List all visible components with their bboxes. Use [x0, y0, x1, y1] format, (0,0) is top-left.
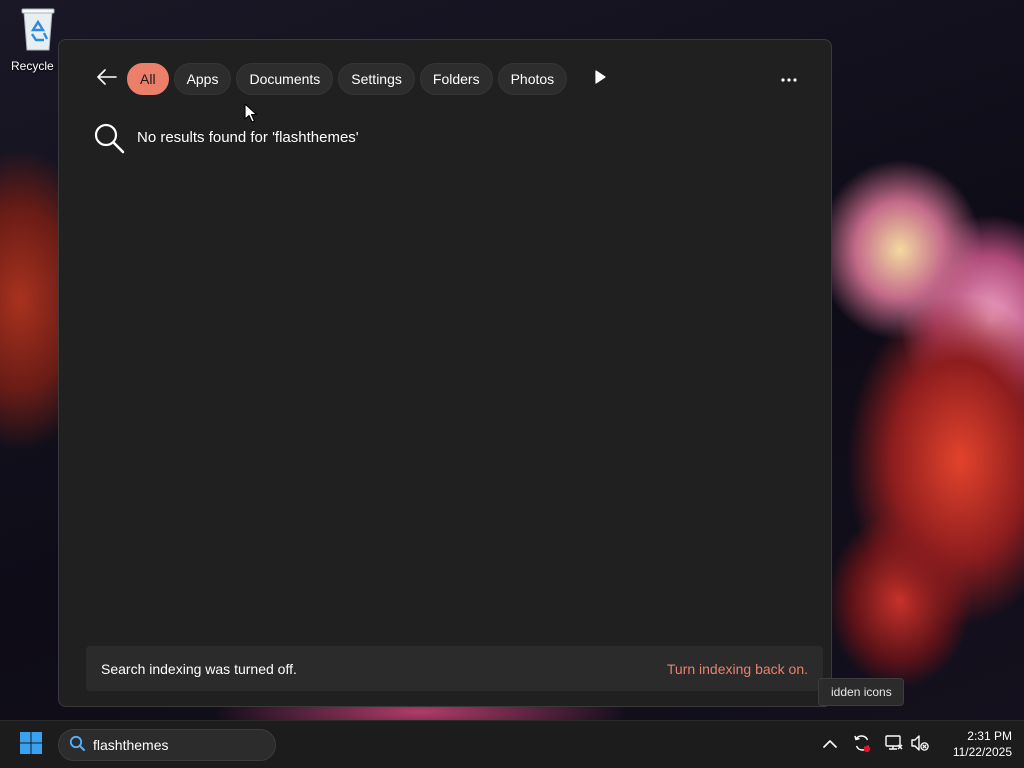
- filter-chip-photos[interactable]: Photos: [497, 63, 568, 95]
- network-tray-button[interactable]: [882, 733, 906, 757]
- search-icon: [69, 735, 85, 756]
- taskbar-clock[interactable]: 2:31 PM 11/22/2025: [936, 728, 1012, 760]
- taskbar-search-box[interactable]: flashthemes: [58, 729, 276, 761]
- filter-chip-apps[interactable]: Apps: [173, 63, 232, 95]
- sync-icon: [852, 733, 872, 758]
- taskbar-search-query: flashthemes: [93, 737, 169, 753]
- volume-tray-button[interactable]: [908, 733, 932, 757]
- more-filters-button[interactable]: [586, 65, 614, 93]
- network-icon: [884, 733, 904, 758]
- options-button[interactable]: [773, 64, 805, 92]
- volume-muted-icon: [910, 733, 930, 758]
- search-flyout: All Apps Documents Settings Folders Phot…: [58, 39, 832, 707]
- no-results-row: No results found for 'flashthemes': [93, 122, 359, 159]
- indexing-banner: Search indexing was turned off. Turn ind…: [86, 646, 823, 691]
- filter-chip-folders[interactable]: Folders: [419, 63, 493, 95]
- back-button[interactable]: [93, 65, 121, 93]
- filter-chip-all[interactable]: All: [127, 63, 169, 95]
- mouse-pointer-icon: [244, 103, 258, 128]
- tooltip-text: idden icons: [831, 685, 892, 699]
- indexing-notice: Search indexing was turned off.: [101, 660, 297, 677]
- hidden-icons-tooltip: idden icons: [818, 678, 904, 706]
- filter-bar: All Apps Documents Settings Folders Phot…: [93, 62, 614, 96]
- clock-date: 11/22/2025: [952, 745, 1012, 759]
- start-button[interactable]: [14, 729, 48, 761]
- ellipsis-icon: [781, 69, 797, 87]
- sync-tray-button[interactable]: [850, 733, 874, 757]
- arrow-left-icon: [97, 68, 117, 90]
- clock-time: 2:31 PM: [967, 729, 1012, 743]
- search-icon: [93, 122, 125, 159]
- taskbar: flashthemes 2:31 PM 11/22/2025: [0, 720, 1024, 768]
- filter-chip-documents[interactable]: Documents: [236, 63, 334, 95]
- windows-logo-icon: [19, 731, 43, 760]
- no-results-message: No results found for 'flashthemes': [137, 129, 359, 146]
- show-hidden-icons-button[interactable]: [818, 733, 842, 757]
- chevron-up-icon: [823, 736, 837, 754]
- play-icon: [594, 69, 606, 89]
- turn-indexing-on-link[interactable]: Turn indexing back on.: [667, 661, 808, 677]
- filter-chip-settings[interactable]: Settings: [338, 63, 415, 95]
